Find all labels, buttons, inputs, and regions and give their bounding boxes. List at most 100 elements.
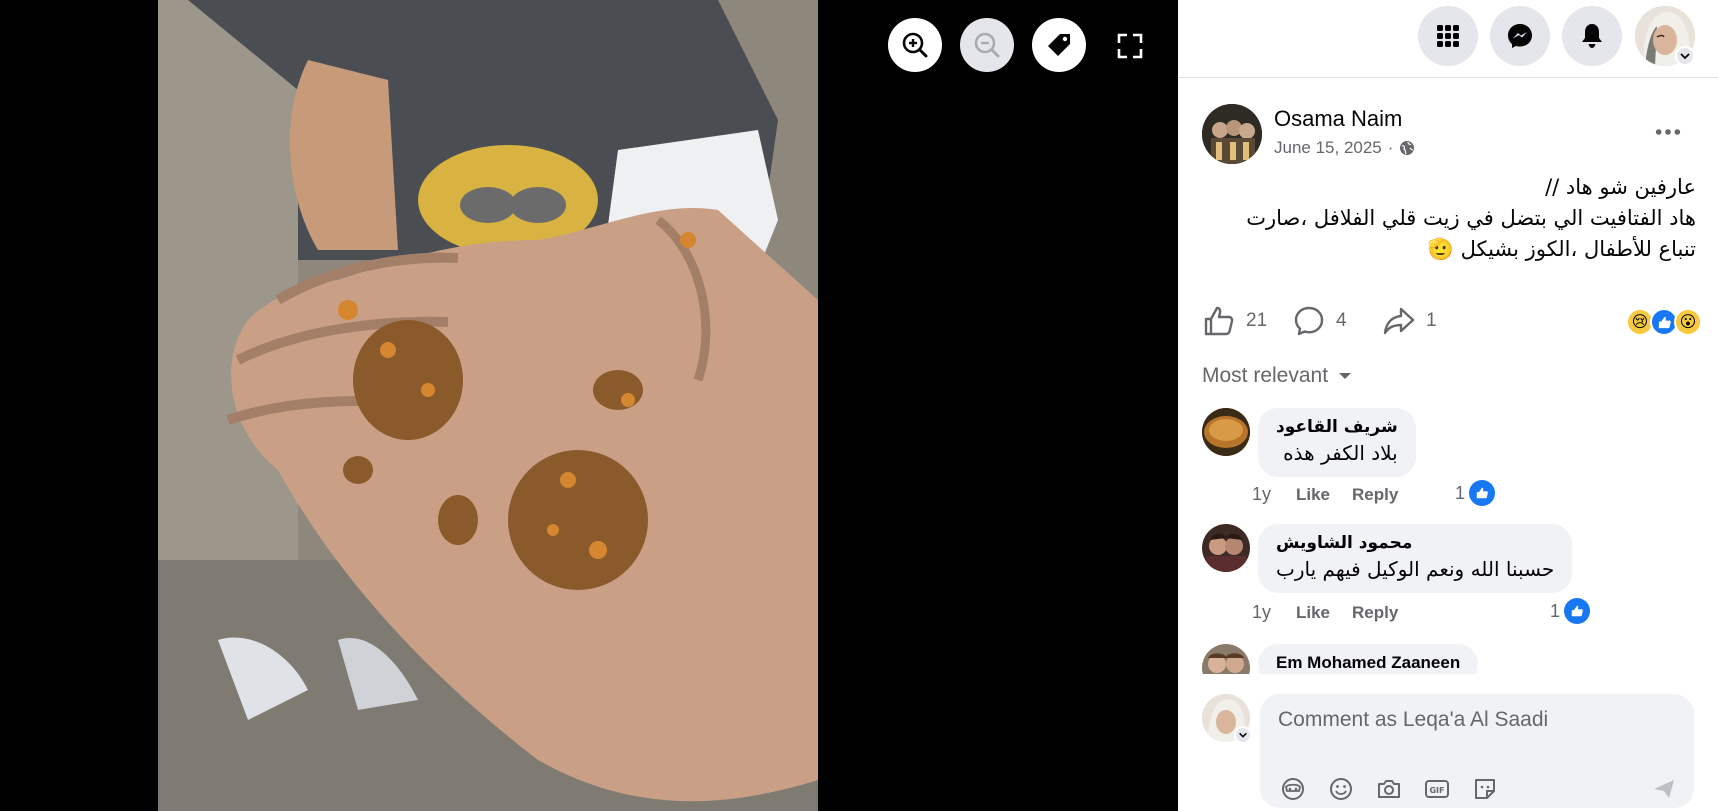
menu-button[interactable] [1418, 6, 1478, 66]
comment-input[interactable] [1278, 708, 1678, 732]
photo-illustration [158, 0, 818, 811]
author-avatar[interactable] [1202, 104, 1262, 164]
comment-like-button[interactable]: Like [1296, 603, 1330, 623]
caret-down-icon [1339, 373, 1352, 379]
share-stat-button[interactable]: 1 [1382, 304, 1437, 338]
comment-reply-button[interactable]: Reply [1352, 485, 1398, 505]
sort-label: Most relevant [1202, 364, 1329, 387]
zoom-out-button[interactable] [960, 18, 1014, 72]
comment-text: حسبنا الله ونعم الوكيل فيهم يارب [1276, 557, 1555, 581]
commenter-avatar-image [1202, 644, 1250, 674]
comment-count: 4 [1336, 310, 1347, 331]
zoom-in-icon [902, 32, 928, 58]
emoji-button[interactable] [1326, 774, 1356, 804]
comment-reaction-count[interactable]: 1 [1550, 598, 1591, 624]
avatar-sticker-icon [1282, 778, 1304, 800]
post-text-line: تنباع للأطفال ،الكوز بشيكل 🫡 [1427, 237, 1696, 261]
photo-viewer [0, 0, 1178, 811]
commenter-avatar[interactable] [1202, 408, 1250, 456]
comment-text: بلاد الكفر هذه [1283, 441, 1398, 465]
svg-text:GIF: GIF [1429, 786, 1444, 795]
post-stats: 21 4 1 😢 😮 [1202, 304, 1702, 342]
comment-time[interactable]: 1y [1252, 484, 1284, 505]
like-count: 21 [1246, 310, 1268, 331]
tag-icon [1048, 34, 1070, 56]
fullscreen-icon [1117, 33, 1143, 59]
commenter-avatar[interactable] [1202, 524, 1250, 572]
post-text-line: عارفين شو هاد // [1545, 175, 1696, 199]
post-date-line: June 15, 2025 · [1274, 138, 1415, 158]
more-horizontal-icon [1655, 129, 1681, 135]
comment-composer: GIF [1178, 674, 1718, 811]
comment-bubble-icon [1294, 306, 1324, 336]
comment-like-count: 1 [1550, 600, 1561, 621]
sticker-icon [1475, 779, 1495, 799]
comment-bubble: محمود الشاويش حسبنا الله ونعم الوكيل فيه… [1258, 524, 1573, 593]
author-avatar-image [1202, 104, 1262, 164]
like-reaction-icon [1564, 598, 1591, 624]
top-navigation-bar [1178, 0, 1718, 78]
like-thumb-icon [1204, 306, 1234, 336]
comment-bubble: شريف القاعود بلاد الكفر هذه [1258, 408, 1416, 477]
post-text: عارفين شو هاد // هاد الفتافيت الي بتضل ف… [1196, 172, 1696, 265]
commenter-avatar-image [1202, 524, 1250, 572]
comment-like-count: 1 [1455, 482, 1466, 503]
date-separator: · [1387, 138, 1394, 157]
zoom-out-icon [974, 32, 1000, 58]
wow-reaction-icon: 😮 [1674, 308, 1702, 336]
share-count: 1 [1426, 310, 1437, 331]
comment-reaction-count[interactable]: 1 [1455, 480, 1496, 506]
comment-actions: 1y Like Reply [1252, 484, 1420, 505]
commenter-name[interactable]: Em Mohamed Zaaneen [1276, 653, 1460, 673]
sticker-button[interactable] [1470, 774, 1500, 804]
zoom-in-button[interactable] [888, 18, 942, 72]
thumbs-up-icon [1476, 487, 1488, 499]
composer-identity-chevron[interactable] [1234, 726, 1252, 744]
messenger-button[interactable] [1490, 6, 1550, 66]
post-date[interactable]: June 15, 2025 [1274, 138, 1382, 158]
account-menu-chevron[interactable] [1675, 46, 1695, 66]
send-comment-button[interactable] [1648, 774, 1680, 804]
camera-button[interactable] [1374, 774, 1404, 804]
send-icon [1654, 780, 1674, 798]
reaction-summary[interactable]: 😢 😮 [1626, 308, 1702, 336]
tag-photo-button[interactable] [1032, 18, 1086, 72]
gif-icon: GIF [1425, 780, 1449, 798]
notifications-button[interactable] [1562, 6, 1622, 66]
thumbs-up-icon [1658, 316, 1671, 328]
commenter-avatar-image [1202, 408, 1250, 456]
comment-actions: 1y Like Reply [1252, 602, 1420, 623]
author-name[interactable]: Osama Naim [1274, 106, 1402, 132]
commenter-name[interactable]: شريف القاعود [1276, 417, 1398, 437]
comment-time[interactable]: 1y [1252, 602, 1284, 623]
comment-input-box: GIF [1260, 694, 1694, 808]
emoji-icon [1330, 778, 1352, 800]
gif-button[interactable]: GIF [1422, 774, 1452, 804]
comment-sort-dropdown[interactable]: Most relevant [1202, 364, 1352, 388]
post-panel: Osama Naim June 15, 2025 · عارفين شو هاد… [1178, 0, 1718, 811]
share-arrow-icon [1383, 307, 1415, 335]
post-text-line: هاد الفتافيت الي بتضل في زيت قلي الفلافل… [1246, 206, 1696, 230]
messenger-icon [1508, 24, 1532, 48]
commenter-name[interactable]: محمود الشاويش [1276, 533, 1554, 553]
menu-grid-icon [1437, 25, 1459, 47]
comment-bubble: Em Mohamed Zaaneen [1258, 644, 1479, 674]
like-reaction-icon [1469, 480, 1496, 506]
comment-stat-button[interactable]: 4 [1292, 304, 1347, 338]
chevron-down-icon [1239, 732, 1247, 738]
chevron-down-icon [1680, 53, 1690, 60]
comment-reply-button[interactable]: Reply [1352, 603, 1398, 623]
like-stat-button[interactable]: 21 [1202, 304, 1267, 338]
post-options-button[interactable] [1648, 114, 1688, 150]
globe-icon [1400, 141, 1415, 155]
comment-like-button[interactable]: Like [1296, 485, 1330, 505]
notifications-bell-icon [1582, 24, 1602, 48]
thumbs-up-icon [1571, 605, 1583, 617]
photo-viewer-page: Osama Naim June 15, 2025 · عارفين شو هاد… [0, 0, 1718, 811]
post-photo[interactable] [158, 0, 818, 811]
camera-icon [1378, 780, 1400, 798]
comments-list: شريف القاعود بلاد الكفر هذه 1y Like Repl… [1178, 396, 1718, 674]
fullscreen-button[interactable] [1110, 26, 1150, 66]
avatar-sticker-button[interactable] [1278, 774, 1308, 804]
commenter-avatar[interactable] [1202, 644, 1250, 674]
